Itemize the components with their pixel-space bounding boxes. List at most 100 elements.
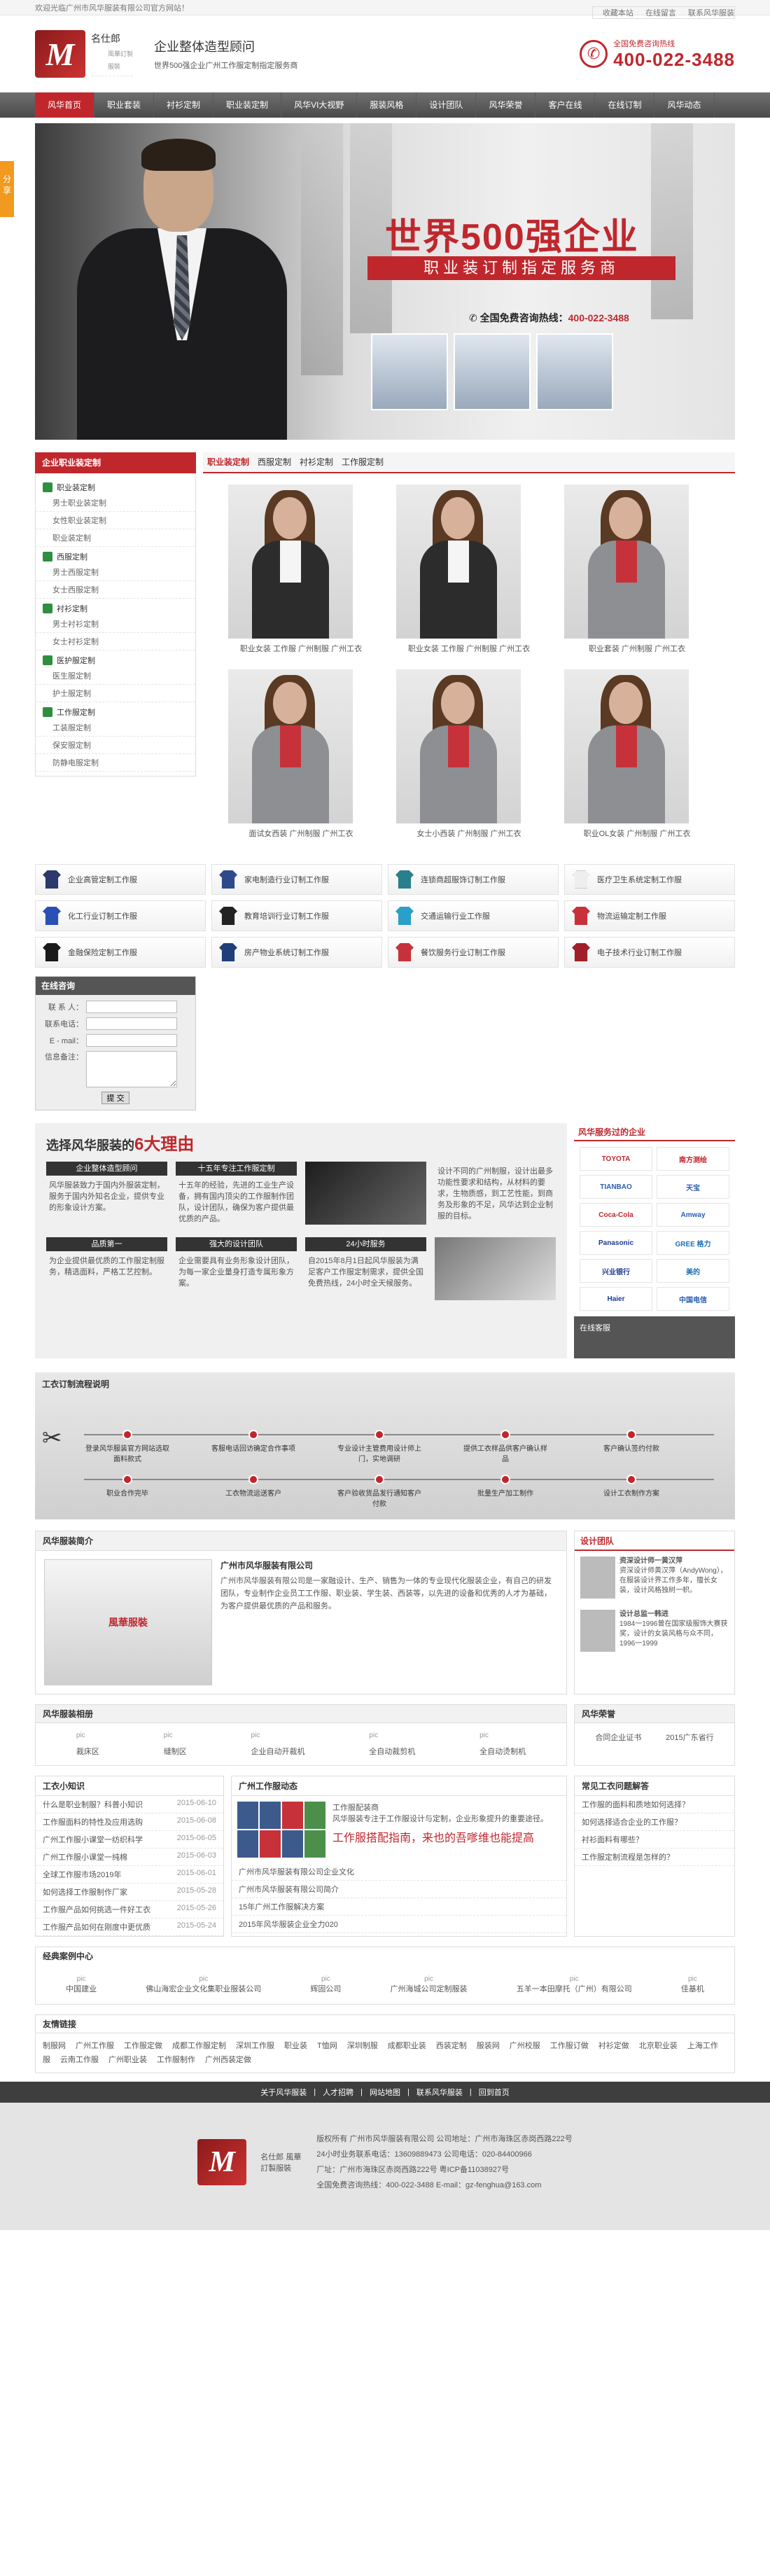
list-item[interactable]: 广州市风华服装有限公司企业文化 <box>232 1863 566 1881</box>
product-card[interactable]: 职业女装 工作服 广州制服 广州工衣 <box>396 485 542 654</box>
list-item[interactable]: 工作服产品如何挑选一件好工衣 2015-05-26 <box>36 1901 223 1919</box>
nav-item[interactable]: 服装风格 <box>357 92 417 118</box>
product-caption[interactable]: 职业女装 工作服 广州制服 广州工衣 <box>228 643 374 654</box>
footer-link[interactable]: 回到首页 <box>479 2087 510 2098</box>
nav-item[interactable]: 风华动态 <box>654 92 715 118</box>
nav-item[interactable]: 职业套装 <box>94 92 155 118</box>
industry-item[interactable]: 交通运输行业工作服 <box>388 900 559 931</box>
tab-shirt[interactable]: 衬衫定制 <box>295 452 337 472</box>
gallery-item[interactable]: pic 缝制区 <box>164 1732 187 1757</box>
case-item[interactable]: pic 辉固公司 <box>310 1975 341 1994</box>
honor-item[interactable]: 合同企业证书 <box>595 1732 641 1743</box>
product-card[interactable]: 面试女西装 广州制服 广州工衣 <box>228 669 374 839</box>
industry-item[interactable]: 连锁商超服饰订制工作服 <box>388 864 559 895</box>
phone-input[interactable] <box>86 1017 177 1030</box>
list-item[interactable]: 广州工作服小课堂一纯棉 2015-06-03 <box>36 1849 223 1866</box>
list-item[interactable]: 工作服的面料和质地如何选择？ <box>575 1796 734 1813</box>
product-caption[interactable]: 职业套装 广州制服 广州工衣 <box>564 643 710 654</box>
tab-workwear[interactable]: 职业装定制 <box>203 452 253 472</box>
product-caption[interactable]: 女士小西装 广州制服 广州工衣 <box>396 828 542 839</box>
industry-item[interactable]: 化工行业订制工作服 <box>35 900 206 931</box>
product-image[interactable] <box>564 485 689 639</box>
sidebar-category[interactable]: 职业装定制 <box>36 478 195 494</box>
industry-item[interactable]: 家电制造行业订制工作服 <box>211 864 382 895</box>
sidebar-item[interactable]: 男士职业装定制 <box>36 494 195 512</box>
gallery-item[interactable]: pic 裁床区 <box>76 1732 99 1757</box>
friend-link[interactable]: 工作服订做 <box>550 2042 589 2050</box>
industry-item[interactable]: 教育培训行业订制工作服 <box>211 900 382 931</box>
friend-link[interactable]: 广州工作服 <box>76 2042 114 2050</box>
list-item[interactable]: 如何选择适合企业的工作服？ <box>575 1813 734 1831</box>
list-item[interactable]: 广州市风华服装有限公司简介 <box>232 1881 566 1898</box>
friend-link[interactable]: 制服网 <box>43 2042 66 2050</box>
list-item[interactable]: 2015年风华服装企业全力020 <box>232 1916 566 1933</box>
sidebar-item[interactable]: 男士西服定制 <box>36 564 195 581</box>
friend-link[interactable]: 工作服制作 <box>157 2056 195 2064</box>
industry-item[interactable]: 电子技术行业订制工作服 <box>564 937 735 968</box>
friend-link[interactable]: 西装定制 <box>436 2042 467 2050</box>
list-item[interactable]: 广州工作服小课堂一纺织科学 2015-06-05 <box>36 1831 223 1849</box>
sidebar-category[interactable]: 工作服定制 <box>36 702 195 719</box>
footer-link[interactable]: 联系风华服装 <box>416 2087 463 2098</box>
list-item[interactable]: 工作服定制流程是怎样的？ <box>575 1849 734 1866</box>
friend-link[interactable]: 广州校服 <box>510 2042 540 2050</box>
friend-link[interactable]: 深圳制服 <box>347 2042 378 2050</box>
friend-link[interactable]: 衬衫定做 <box>598 2042 629 2050</box>
sidebar-category[interactable]: 西服定制 <box>36 547 195 564</box>
news-headline[interactable]: 工作服配装商 <box>332 1802 548 1813</box>
industry-item[interactable]: 医疗卫生系统定制工作服 <box>564 864 735 895</box>
hero-banner[interactable]: 世界500强企业 职业装订制指定服务商 ✆ 全国免费咨询热线：400-022-3… <box>35 123 735 440</box>
sidebar-item[interactable]: 女性职业装定制 <box>36 512 195 529</box>
product-image[interactable] <box>396 485 521 639</box>
sidebar-item[interactable]: 女士西服定制 <box>36 581 195 599</box>
friend-link[interactable]: 职业装 <box>284 2042 307 2050</box>
sidebar-item[interactable]: 保安服定制 <box>36 737 195 754</box>
sidebar-item[interactable]: 医生服定制 <box>36 667 195 685</box>
product-image[interactable] <box>396 669 521 823</box>
industry-item[interactable]: 企业高管定制工作服 <box>35 864 206 895</box>
designer-photo[interactable] <box>580 1610 615 1652</box>
sidebar-item[interactable]: 职业装定制 <box>36 529 195 547</box>
friend-link[interactable]: 成都工作服定制 <box>172 2042 226 2050</box>
case-item[interactable]: pic 广州海城公司定制服装 <box>391 1975 468 1994</box>
list-item[interactable]: 15年广州工作服解决方案 <box>232 1898 566 1916</box>
friend-link[interactable]: 广州西装定做 <box>205 2056 251 2064</box>
sidebar-item[interactable]: 防静电服定制 <box>36 754 195 772</box>
list-item[interactable]: 衬衫面料有哪些？ <box>575 1831 734 1849</box>
industry-item[interactable]: 房产物业系统订制工作服 <box>211 937 382 968</box>
gallery-item[interactable]: pic 全自动烫制机 <box>479 1732 526 1757</box>
nav-home[interactable]: 风华首页 <box>35 92 95 118</box>
friend-link[interactable]: T恤网 <box>317 2042 337 2050</box>
tab-suit[interactable]: 西服定制 <box>253 452 295 472</box>
friend-link[interactable]: 北京职业装 <box>639 2042 678 2050</box>
sidebar-item[interactable]: 工装服定制 <box>36 719 195 737</box>
case-item[interactable]: pic 佛山海宏企业文化集职业服装公司 <box>146 1975 261 1994</box>
nav-item[interactable]: 风华荣誉 <box>476 92 536 118</box>
sidebar-item[interactable]: 女士衬衫定制 <box>36 633 195 650</box>
email-input[interactable] <box>86 1034 177 1047</box>
case-item[interactable]: pic 五羊一本田摩托（广州）有限公司 <box>517 1975 632 1994</box>
sidebar-category[interactable]: 衬衫定制 <box>36 599 195 615</box>
friend-link[interactable]: 服装网 <box>477 2042 500 2050</box>
list-item[interactable]: 如何选择工作服制作厂家 2015-05-28 <box>36 1884 223 1901</box>
footer-link[interactable]: 关于风华服装 <box>260 2087 307 2098</box>
product-card[interactable]: 职业女装 工作服 广州制服 广州工衣 <box>228 485 374 654</box>
industry-item[interactable]: 餐饮服务行业订制工作服 <box>388 937 559 968</box>
nav-item[interactable]: 风华VI大视野 <box>281 92 358 118</box>
footer-link[interactable]: 网站地图 <box>370 2087 400 2098</box>
nav-item[interactable]: 职业装定制 <box>214 92 282 118</box>
sidebar-category[interactable]: 医护服定制 <box>36 650 195 667</box>
list-item[interactable]: 工作服产品如何在刚度中更优质 2015-05-24 <box>36 1919 223 1936</box>
list-item[interactable]: 什么是职业制服？科普小知识 2015-06-10 <box>36 1796 223 1813</box>
message-input[interactable] <box>86 1051 177 1087</box>
product-card[interactable]: 职业OL女装 广州制服 广州工衣 <box>564 669 710 839</box>
product-caption[interactable]: 面试女西装 广州制服 广州工衣 <box>228 828 374 839</box>
online-service[interactable]: 在线客服 <box>574 1316 735 1358</box>
product-image[interactable] <box>228 485 353 639</box>
nav-item[interactable]: 衬衫定制 <box>154 92 214 118</box>
product-card[interactable]: 职业套装 广州制服 广州工衣 <box>564 485 710 654</box>
gallery-item[interactable]: pic 企业自动开裁机 <box>251 1732 304 1757</box>
friend-link[interactable]: 工作服定做 <box>124 2042 162 2050</box>
share-tab[interactable]: 分享 <box>0 161 14 217</box>
friend-link[interactable]: 成都职业装 <box>388 2042 426 2050</box>
